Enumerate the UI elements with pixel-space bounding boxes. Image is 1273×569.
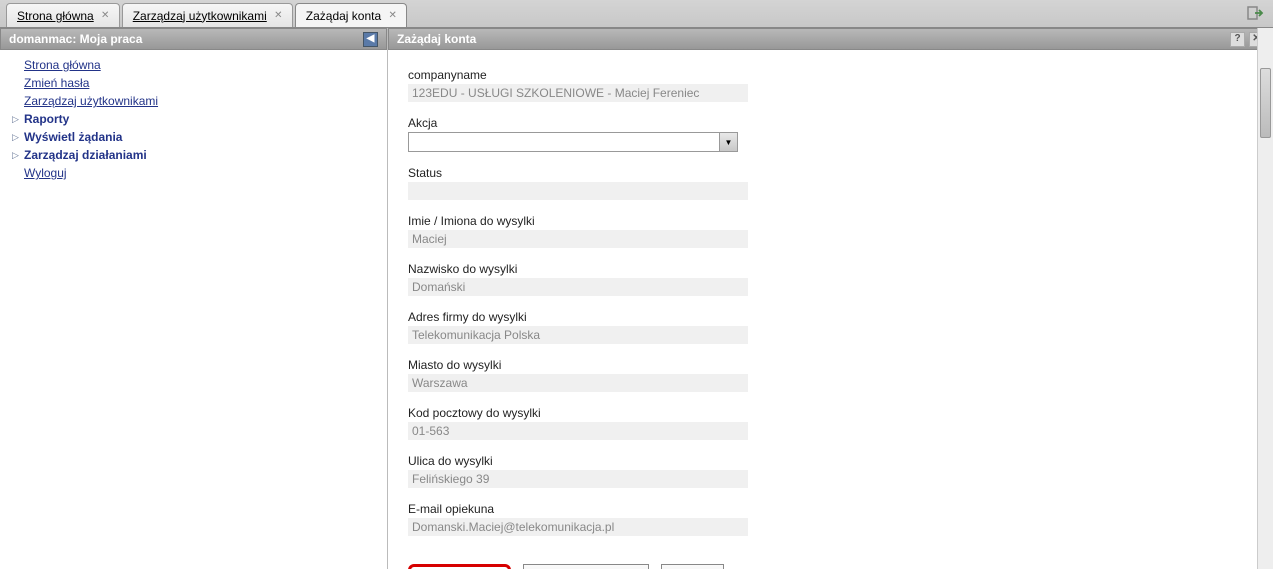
field-company-address: Adres firmy do wysylki Telekomunikacja P… <box>408 310 848 344</box>
chevron-right-icon: ▷ <box>12 114 22 125</box>
sidebar-item-manage-actions[interactable]: ▷ Zarządzaj działaniami <box>0 146 387 164</box>
content-panel: Zażądaj konta ? ✕ companyname 123EDU - U… <box>388 28 1273 569</box>
tabs-bar: Strona główna ✕ Zarządzaj użytkownikami … <box>0 0 1273 28</box>
akcja-select[interactable]: ▼ <box>408 132 738 152</box>
chevron-right-icon: ▷ <box>12 132 22 143</box>
sidebar-item-label: Wyloguj <box>24 166 67 180</box>
field-value: Domański <box>408 278 748 296</box>
button-row: Wyślij teraz Zaplanuj wysłanie Anuluj <box>408 550 1253 569</box>
field-postal-code: Kod pocztowy do wysylki 01-563 <box>408 406 848 440</box>
vertical-scrollbar[interactable] <box>1257 28 1273 569</box>
chevron-right-icon: ▷ <box>12 150 22 161</box>
help-icon[interactable]: ? <box>1230 32 1245 47</box>
tab-request-account[interactable]: Zażądaj konta ✕ <box>295 3 407 27</box>
field-label: Ulica do wysylki <box>408 454 848 468</box>
field-firstname: Imie / Imiona do wysylki Maciej <box>408 214 848 248</box>
tab-manage-users[interactable]: Zarządzaj użytkownikami ✕ <box>122 3 293 27</box>
field-label: E-mail opiekuna <box>408 502 848 516</box>
cancel-button[interactable]: Anuluj <box>661 564 724 569</box>
tab-label: Zażądaj konta <box>306 9 381 23</box>
field-city: Miasto do wysylki Warszawa <box>408 358 848 392</box>
field-label: companyname <box>408 68 848 82</box>
field-email: E-mail opiekuna Domanski.Maciej@telekomu… <box>408 502 848 536</box>
sidebar-item-label: Zmień hasła <box>24 76 89 90</box>
content-title: Zażądaj konta <box>397 32 476 46</box>
field-status: Status <box>408 166 848 200</box>
sidebar-item-label: Zarządzaj użytkownikami <box>24 94 158 108</box>
field-label: Nazwisko do wysylki <box>408 262 848 276</box>
sidebar-item-label: Wyświetl żądania <box>24 130 122 144</box>
field-value: Telekomunikacja Polska <box>408 326 748 344</box>
field-value: 01-563 <box>408 422 748 440</box>
close-icon[interactable]: ✕ <box>273 10 284 21</box>
field-value: Maciej <box>408 230 748 248</box>
close-icon[interactable]: ✕ <box>100 10 111 21</box>
field-label: Miasto do wysylki <box>408 358 848 372</box>
sidebar-item-view-requests[interactable]: ▷ Wyświetl żądania <box>0 128 387 146</box>
tab-label: Zarządzaj użytkownikami <box>133 9 267 23</box>
field-value <box>408 182 748 200</box>
field-companyname: companyname 123EDU - USŁUGI SZKOLENIOWE … <box>408 68 848 102</box>
field-label: Status <box>408 166 848 180</box>
sidebar-item-home[interactable]: Strona główna <box>0 56 387 74</box>
logout-icon[interactable] <box>1245 3 1265 23</box>
field-label: Akcja <box>408 116 848 130</box>
field-value: Domanski.Maciej@telekomunikacja.pl <box>408 518 748 536</box>
sidebar-nav: Strona główna Zmień hasła Zarządzaj użyt… <box>0 50 387 569</box>
content-header: Zażądaj konta ? ✕ <box>388 28 1273 50</box>
sidebar-item-logout[interactable]: Wyloguj <box>0 164 387 182</box>
field-lastname: Nazwisko do wysylki Domański <box>408 262 848 296</box>
sidebar-item-manage-users[interactable]: Zarządzaj użytkownikami <box>0 92 387 110</box>
sidebar-item-label: Strona główna <box>24 58 101 72</box>
close-icon[interactable]: ✕ <box>387 10 398 21</box>
field-akcja: Akcja ▼ <box>408 116 848 152</box>
highlight-send-now: Wyślij teraz <box>408 564 511 569</box>
sidebar: domanmac: Moja praca ◀ Strona główna Zmi… <box>0 28 388 569</box>
sidebar-item-label: Zarządzaj działaniami <box>24 148 147 162</box>
field-label: Kod pocztowy do wysylki <box>408 406 848 420</box>
field-value: 123EDU - USŁUGI SZKOLENIOWE - Maciej Fer… <box>408 84 748 102</box>
chevron-down-icon[interactable]: ▼ <box>719 133 737 151</box>
field-street: Ulica do wysylki Felińskiego 39 <box>408 454 848 488</box>
sidebar-title: domanmac: Moja praca <box>9 32 142 46</box>
tab-home[interactable]: Strona główna ✕ <box>6 3 120 27</box>
schedule-send-button[interactable]: Zaplanuj wysłanie <box>523 564 648 569</box>
sidebar-item-label: Raporty <box>24 112 69 126</box>
sidebar-item-change-password[interactable]: Zmień hasła <box>0 74 387 92</box>
scrollbar-thumb[interactable] <box>1260 68 1271 138</box>
sidebar-item-reports[interactable]: ▷ Raporty <box>0 110 387 128</box>
field-value: Felińskiego 39 <box>408 470 748 488</box>
tab-label: Strona główna <box>17 9 94 23</box>
content-body: companyname 123EDU - USŁUGI SZKOLENIOWE … <box>388 50 1273 569</box>
field-value: Warszawa <box>408 374 748 392</box>
collapse-icon[interactable]: ◀ <box>363 32 378 47</box>
field-label: Imie / Imiona do wysylki <box>408 214 848 228</box>
sidebar-header: domanmac: Moja praca ◀ <box>0 28 387 50</box>
field-label: Adres firmy do wysylki <box>408 310 848 324</box>
